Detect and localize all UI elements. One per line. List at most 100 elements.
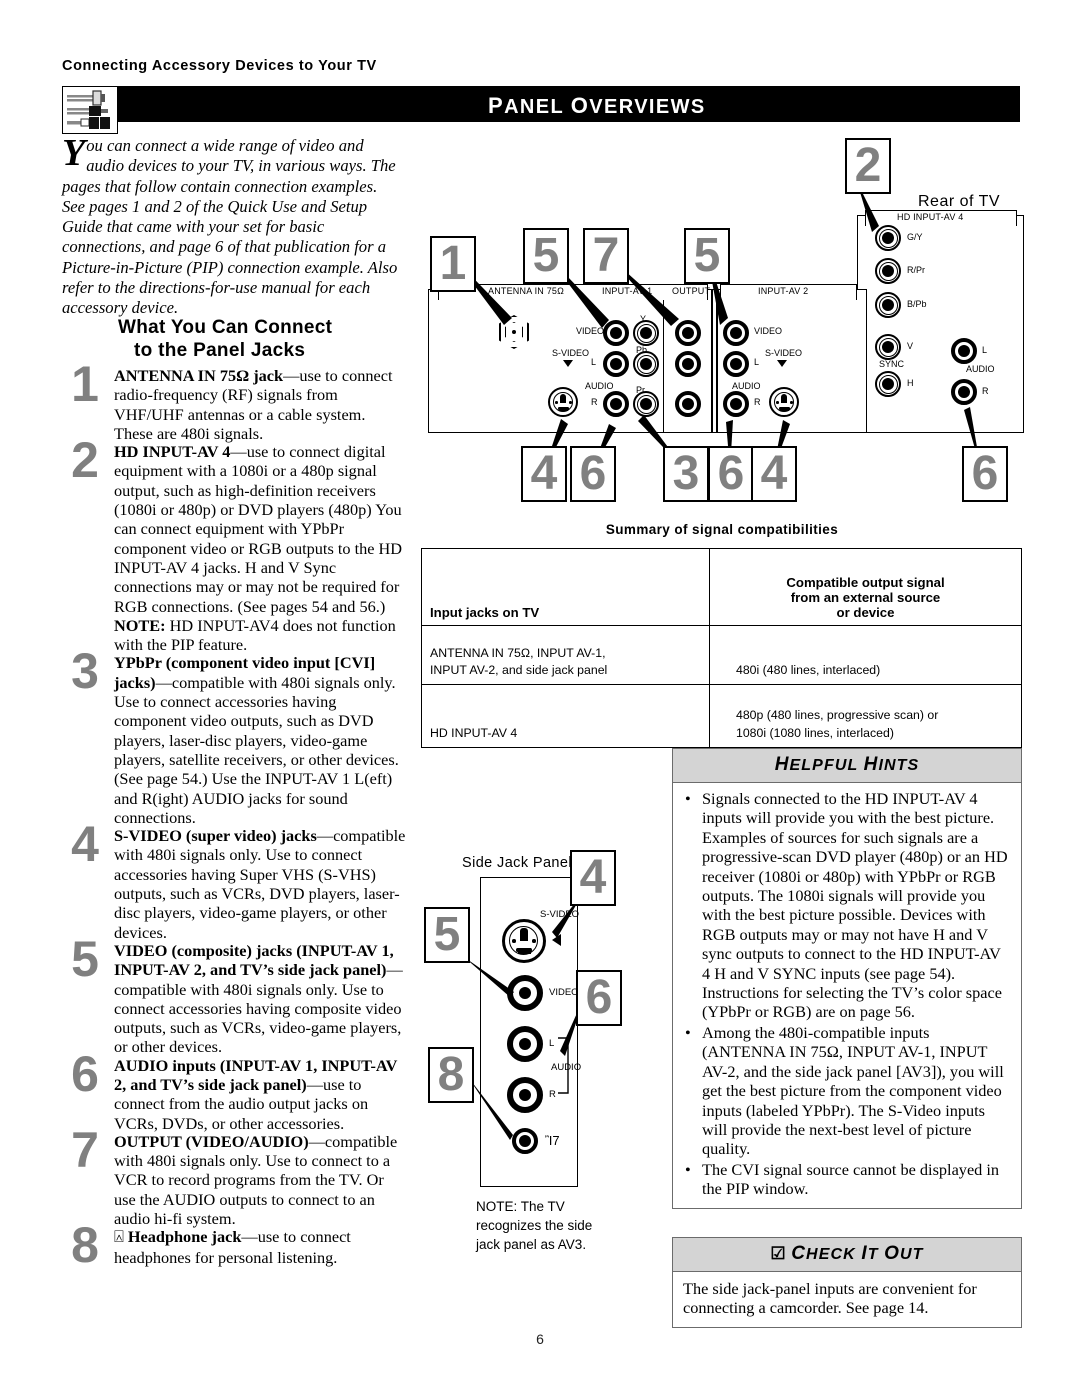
- page-title-cap-p: P: [488, 93, 505, 118]
- list-item: 5 VIDEO (composite) jacks (INPUT-AV 1, I…: [62, 934, 408, 1057]
- check-it-out-box: ☑ CHECK IT OUT The side jack-panel input…: [672, 1237, 1022, 1328]
- hint-bullet: Signals connected to the HD INPUT-AV 4 i…: [685, 789, 1011, 1022]
- table-header-row: Input jacks on TV Compatible output sign…: [421, 548, 1022, 626]
- check-it-out-body: The side jack-panel inputs are convenien…: [683, 1279, 977, 1318]
- checkbox-icon: ☑: [770, 1244, 786, 1263]
- list-item: 8 ⍓ Headphone jack—use to connect headph…: [62, 1220, 408, 1270]
- callout-4-svideo-av1: 4: [521, 446, 567, 502]
- table-cell-signal: 480p (480 lines, progressive scan) or 10…: [709, 684, 1022, 748]
- list-item: 3 YPbPr (component video input [CVI] jac…: [62, 646, 408, 827]
- side-jack-panel-diagram: Side Jack Panel S-VIDEO VIDEO L AUDIO R: [418, 845, 656, 1315]
- callout-1: 1: [430, 236, 476, 292]
- callout-5-av1: 5: [523, 228, 569, 284]
- list-item: 4 S-VIDEO (super video) jacks—compatible…: [62, 819, 408, 942]
- hints-cap-h1: H: [774, 754, 790, 775]
- list-item: 1 ANTENNA IN 75Ω jack—use to connect rad…: [62, 359, 408, 443]
- table-title: Summary of signal compatibilities: [605, 522, 839, 537]
- side-callout-8: 8: [428, 1047, 474, 1103]
- note-label: NOTE:: [114, 615, 166, 635]
- list-item-number: 3: [71, 643, 99, 700]
- list-item: 7 OUTPUT (VIDEO/AUDIO)—compatible with 4…: [62, 1125, 408, 1228]
- callout-leader-lines: [453, 182, 981, 470]
- list-item-bold: S-VIDEO (super video) jacks: [114, 826, 317, 846]
- cell-line1: ANTENNA IN 75Ω, INPUT AV-1,: [430, 646, 606, 660]
- side-jack-panel-note: NOTE: The TV recognizes the side jack pa…: [476, 1199, 593, 1252]
- check-cap-o: O: [884, 1243, 901, 1264]
- check-rest-t: T: [867, 1246, 885, 1263]
- page-title-rest-anel: ANEL: [504, 96, 571, 118]
- av-cables-icon: [62, 86, 118, 134]
- callout-6-audio-av1: 6: [570, 446, 616, 502]
- callout-6-audio-av4: 6: [962, 446, 1008, 502]
- helpful-hints-heading: HELPFUL HINTS: [673, 749, 1021, 783]
- cell-line1: 480i (480 lines, interlaced): [736, 663, 881, 677]
- cell-line1: 480p (480 lines, progressive scan) or: [736, 708, 939, 722]
- table-cell-signal: 480i (480 lines, interlaced): [709, 625, 1022, 685]
- cell-line2: 1080i (1080 lines, interlaced): [736, 726, 894, 740]
- list-item-number: 6: [71, 1045, 99, 1102]
- list-item-number: 5: [71, 930, 99, 987]
- page-title: PANEL OVERVIEWS: [488, 93, 706, 119]
- intro-text: ou can connect a wide range of video and…: [62, 136, 398, 318]
- list-item-text: —use to connect digital equipment with a…: [114, 442, 403, 616]
- list-item: 6 AUDIO inputs (INPUT-AV 1, INPUT-AV 2, …: [62, 1049, 408, 1133]
- check-cap-c: C: [791, 1243, 807, 1264]
- hints-rest-elpful: ELPFUL: [789, 757, 864, 774]
- check-rest-ut: UT: [900, 1246, 924, 1263]
- hints-rest-ints: INTS: [878, 757, 920, 774]
- list-item-number: 7: [71, 1121, 99, 1178]
- list-item-note: NOTE: HD INPUT-AV4 does not function wit…: [114, 616, 408, 655]
- table-header-line3: or device: [836, 605, 895, 620]
- hints-cap-h2: H: [863, 754, 879, 775]
- hint-bullet: The CVI signal source cannot be displaye…: [685, 1160, 1011, 1199]
- intro-dropcap: Y: [62, 132, 86, 174]
- signal-compatibility-table: Input jacks on TV Compatible output sign…: [421, 548, 1022, 748]
- document-page: Connecting Accessory Devices to Your TV …: [0, 0, 1080, 1397]
- table-row: HD INPUT-AV 4 480p (480 lines, progressi…: [421, 684, 1022, 748]
- table-cell-jacks: HD INPUT-AV 4: [421, 684, 710, 748]
- cell-line1: HD INPUT-AV 4: [430, 726, 518, 740]
- page-title-cap-o: O: [570, 93, 590, 118]
- callout-4-svideo-av2: 4: [751, 446, 797, 502]
- rear-panel-diagram: Rear of TV HD INPUT-AV 4 ANTENNA IN 75Ω …: [420, 132, 1024, 502]
- list-item-number: 8: [71, 1217, 99, 1274]
- list-item-bold: HD INPUT-AV 4: [114, 442, 231, 462]
- section-heading-line2: to the Panel Jacks: [134, 340, 306, 361]
- side-callout-5: 5: [424, 907, 470, 963]
- helpful-hints-box: HELPFUL HINTS Signals connected to the H…: [672, 748, 1022, 1209]
- table-header-line2: from an external source: [790, 590, 941, 605]
- list-item-number: 2: [71, 432, 99, 489]
- helpful-hints-body: Signals connected to the HD INPUT-AV 4 i…: [673, 783, 1021, 1208]
- headphone-icon: ⍓: [114, 1228, 124, 1247]
- page-number: 6: [536, 1331, 544, 1347]
- check-it-out-heading: ☑ CHECK IT OUT: [673, 1238, 1021, 1272]
- callout-3-ypbpr: 3: [663, 446, 709, 502]
- table-header-line1: Compatible output signal: [786, 575, 945, 590]
- hint-bullet: Among the 480i-compatible inputs (ANTENN…: [685, 1023, 1011, 1159]
- table-cell-jacks: ANTENNA IN 75Ω, INPUT AV-1, INPUT AV-2, …: [421, 625, 710, 685]
- section-heading-line1: What You Can Connect: [118, 317, 333, 338]
- callout-7-output: 7: [583, 228, 629, 284]
- check-rest-heck: HECK: [806, 1246, 862, 1263]
- intro-paragraph: You can connect a wide range of video an…: [62, 132, 402, 319]
- page-title-rest-verviews: VERVIEWS: [589, 96, 706, 118]
- table-header-input-jacks: Input jacks on TV: [421, 548, 710, 626]
- list-item-number: 1: [71, 356, 99, 412]
- table-row: ANTENNA IN 75Ω, INPUT AV-1, INPUT AV-2, …: [421, 625, 1022, 685]
- callout-2-hd: 2: [845, 138, 891, 194]
- numbered-feature-list: 1 ANTENNA IN 75Ω jack—use to connect rad…: [62, 359, 408, 1270]
- list-item-bold: Headphone jack: [127, 1227, 242, 1247]
- list-item-bold: ANTENNA IN 75Ω jack: [114, 366, 284, 385]
- list-item-bold: VIDEO (composite) jacks (INPUT-AV 1, INP…: [114, 940, 394, 980]
- list-item-number: 4: [71, 816, 99, 873]
- list-item-text: —compatible with 480i signals only. Use …: [114, 672, 399, 827]
- section-heading: What You Can Connect to the Panel Jacks: [118, 316, 408, 362]
- list-item-bold: OUTPUT (VIDEO/AUDIO): [114, 1131, 309, 1151]
- callout-6-audio-av2: 6: [708, 446, 754, 502]
- side-callout-6: 6: [576, 970, 622, 1026]
- side-callout-4: 4: [570, 850, 616, 906]
- callout-5-av2: 5: [684, 228, 730, 284]
- list-item: 2 HD INPUT-AV 4—use to connect digital e…: [62, 435, 408, 655]
- cell-line2: INPUT AV-2, and side jack panel: [430, 663, 608, 677]
- breadcrumb: Connecting Accessory Devices to Your TV: [62, 58, 377, 74]
